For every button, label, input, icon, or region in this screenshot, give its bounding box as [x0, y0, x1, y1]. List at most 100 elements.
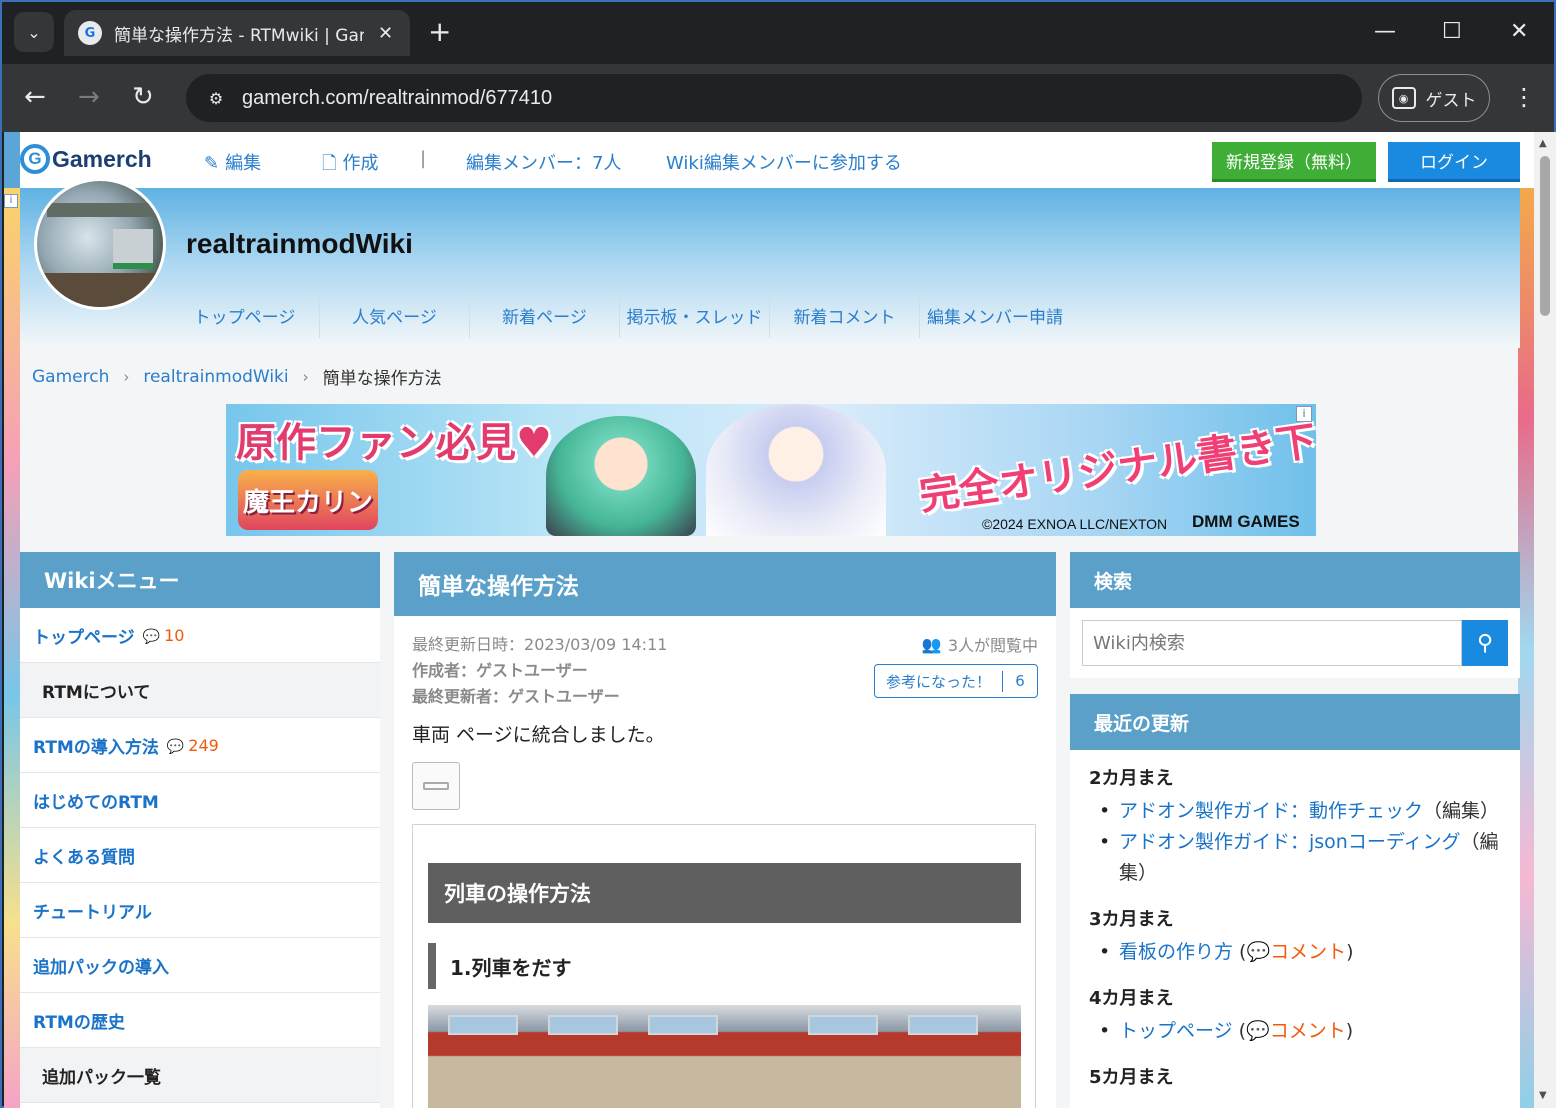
train-screenshot-image — [428, 1005, 1021, 1108]
wiki-menu-item[interactable]: はじめてのRTM — [20, 773, 380, 828]
section-heading: 列車の操作方法 — [428, 863, 1021, 923]
tab-active[interactable]: G 簡単な操作方法 - RTMwiki | Gamerch ✕ — [64, 10, 410, 56]
gamerch-logo[interactable]: G Gamerch — [20, 144, 152, 174]
breadcrumb-wiki[interactable]: realtrainmodWiki — [143, 367, 288, 387]
chevron-right-icon: › — [302, 367, 309, 386]
chevron-down-icon: ⌄ — [27, 22, 41, 42]
profile-label: ゲスト — [1425, 90, 1477, 111]
wiki-menu-item[interactable]: RTMの歴史 — [20, 993, 380, 1048]
ad-banner[interactable]: 原作ファン必見♥ 魔王カリン 完全オリジナル書き下ろしイラスト! ©2024 E… — [226, 404, 1316, 536]
divider: | — [420, 148, 427, 169]
wiki-nav-new-comments[interactable]: 新着コメント — [770, 298, 920, 338]
comment-icon: 💬 — [1246, 941, 1271, 963]
reload-icon[interactable]: ↻ — [132, 80, 154, 114]
tab-title: 簡単な操作方法 - RTMwiki | Gamerch — [114, 25, 364, 46]
kebab-icon[interactable]: ⋮ — [1512, 82, 1536, 112]
collapse-toggle-button[interactable] — [412, 762, 460, 810]
list-item: トップページ (💬コメント) — [1089, 1016, 1520, 1047]
ad-info-icon[interactable]: i — [4, 194, 18, 208]
recent-page-link[interactable]: アドオン製作ガイド：動作チェック — [1119, 800, 1423, 822]
page-scrollbar[interactable]: ▲ ▼ — [1534, 132, 1556, 1108]
wiki-menu-item-label: RTMの歴史 — [33, 1012, 125, 1033]
members-link[interactable]: 編集メンバー：7人 — [466, 149, 621, 175]
profile-button[interactable]: ◉ ゲスト — [1378, 74, 1490, 122]
recent-comment-link[interactable]: コメント — [1270, 1020, 1346, 1042]
recent-page-link[interactable]: 看板の作り方 — [1119, 941, 1233, 963]
logo-g-icon: G — [20, 144, 50, 174]
side-decoration-left — [4, 188, 20, 1108]
wiki-nav-popular[interactable]: 人気ページ — [320, 298, 470, 338]
comment-count: 💬 249 — [167, 736, 219, 755]
wiki-nav-top[interactable]: トップページ — [170, 298, 320, 338]
viewer-count: 👥 3人が閲覧中 — [922, 632, 1038, 656]
tab-search-button[interactable]: ⌄ — [14, 12, 54, 52]
maximize-icon[interactable]: ☐ — [1442, 16, 1462, 48]
list-item: アドオン製作ガイド：動作チェック（編集） — [1089, 796, 1520, 827]
wiki-menu-item[interactable]: RTMの導入方法 💬 249 — [20, 718, 380, 773]
recent-page-link[interactable]: トップページ — [1119, 1020, 1233, 1042]
wiki-nav-new-pages[interactable]: 新着ページ — [470, 298, 620, 338]
wiki-nav-member-apply[interactable]: 編集メンバー申請 — [920, 298, 1070, 338]
edit-link[interactable]: ✎ 編集 — [204, 149, 261, 175]
wiki-nav: トップページ 人気ページ 新着ページ 掲示板・スレッド 新着コメント 編集メンバ… — [170, 298, 1070, 338]
helpful-button[interactable]: 参考になった！ 6 — [874, 664, 1038, 698]
wiki-menu-item-label: チュートリアル — [33, 902, 152, 923]
people-icon: 👥 — [921, 634, 942, 654]
plus-icon[interactable]: + — [428, 16, 451, 48]
breadcrumb-gamerch[interactable]: Gamerch — [32, 367, 109, 387]
minimize-icon[interactable]: — — [1374, 16, 1396, 48]
ad-info-icon[interactable]: i — [1296, 406, 1312, 422]
search-input[interactable] — [1082, 620, 1462, 666]
wiki-menu-item-label: 追加パックの導入 — [33, 957, 169, 978]
login-button[interactable]: ログイン — [1388, 142, 1520, 182]
paren-close: ) — [1345, 1020, 1354, 1042]
recent-group-list: アドオン製作ガイド：動作チェック（編集） アドオン製作ガイド：jsonコーディング… — [1089, 796, 1520, 889]
scroll-down-icon[interactable]: ▼ — [1539, 1090, 1547, 1101]
wiki-menu-item[interactable]: 追加パックの導入 — [20, 938, 380, 993]
chevron-right-icon: › — [123, 367, 130, 386]
helpful-count: 6 — [1015, 672, 1025, 690]
tab-strip: ⌄ G 簡単な操作方法 - RTMwiki | Gamerch ✕ + — ☐ … — [2, 2, 1554, 64]
image-window — [548, 1015, 618, 1035]
wiki-nav-threads[interactable]: 掲示板・スレッド — [620, 298, 770, 338]
recent-group-list: 看板の作り方 (💬コメント) — [1089, 937, 1520, 968]
viewer-count-label: 3人が閲覧中 — [947, 636, 1038, 655]
wiki-menu-item[interactable]: トップページ 💬 10 — [20, 608, 380, 663]
wiki-menu-item[interactable]: よくある質問 — [20, 828, 380, 883]
banner-game-logo: 魔王カリン — [238, 470, 378, 530]
wiki-menu-item[interactable]: チュートリアル — [20, 883, 380, 938]
wiki-title[interactable]: realtrainmodWiki — [186, 228, 413, 260]
comment-icon: 💬 — [166, 738, 185, 755]
recent-comment-link[interactable]: コメント — [1270, 941, 1346, 963]
wiki-menu-item: RTMについて — [20, 663, 380, 718]
scroll-thumb[interactable] — [1540, 156, 1550, 316]
image-window — [908, 1015, 978, 1035]
wiki-menu-item-label: RTMの導入方法 — [33, 737, 159, 758]
paren-close: ) — [1346, 941, 1354, 963]
window-close-icon[interactable]: ✕ — [1510, 16, 1528, 48]
arrow-right-icon[interactable]: → — [78, 80, 100, 114]
comment-count: 💬 10 — [143, 626, 185, 645]
recent-updates-title: 最近の更新 — [1070, 694, 1520, 750]
last-editor-label: 最終更新者： — [412, 687, 509, 706]
create-link[interactable]: 🗋 作成 — [322, 149, 378, 181]
wiki-menu-title: Wikiメニュー — [20, 552, 380, 608]
address-bar[interactable]: ⚙ gamerch.com/realtrainmod/677410 — [186, 74, 1362, 122]
scroll-up-icon[interactable]: ▲ — [1539, 138, 1547, 149]
wiki-menu-item-label: よくある質問 — [33, 847, 135, 868]
wiki-avatar[interactable] — [34, 178, 166, 310]
close-icon[interactable]: ✕ — [378, 23, 393, 44]
edit-label: 編集 — [225, 153, 262, 174]
register-button[interactable]: 新規登録（無料） — [1212, 142, 1376, 182]
list-item: 看板の作り方 (💬コメント) — [1089, 937, 1520, 968]
pencil-icon: ✎ — [204, 153, 220, 174]
join-members-link[interactable]: Wiki編集メンバーに参加する — [666, 149, 902, 175]
tune-icon[interactable]: ⚙ — [200, 82, 232, 114]
article-content-box: 列車の操作方法 1.列車をだす — [412, 824, 1036, 1108]
subsection-heading: 1.列車をだす — [428, 943, 572, 989]
browser-toolbar: ← → ↻ ⚙ gamerch.com/realtrainmod/677410 … — [2, 64, 1554, 132]
url-text[interactable]: gamerch.com/realtrainmod/677410 — [242, 87, 552, 110]
arrow-left-icon[interactable]: ← — [24, 80, 46, 114]
recent-page-link[interactable]: アドオン製作ガイド：jsonコーディング — [1119, 831, 1461, 853]
search-icon[interactable]: ⚲ — [1462, 620, 1508, 666]
